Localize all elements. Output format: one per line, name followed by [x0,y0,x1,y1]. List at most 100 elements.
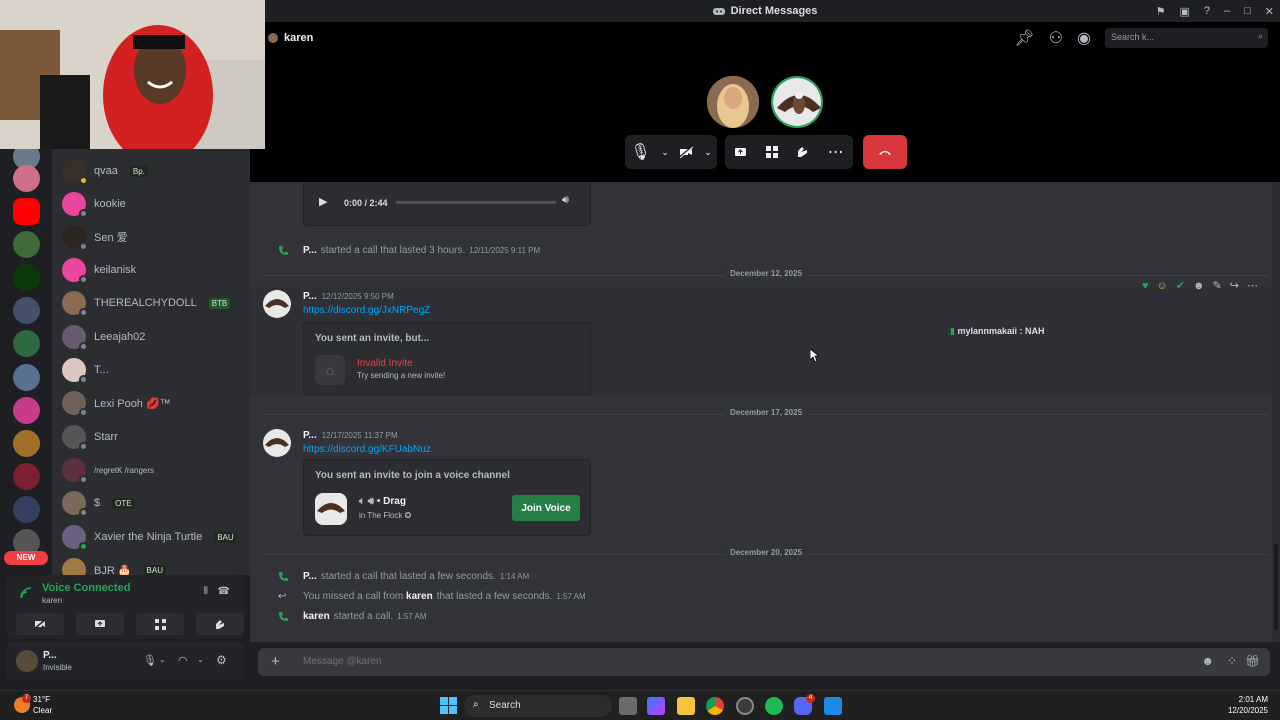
join-voice-button[interactable]: Join Voice [512,495,580,521]
voice-status[interactable]: Voice Connected [42,582,130,594]
play-icon[interactable]: ▶ [319,195,327,208]
gift-icon[interactable]: 🎁︎ [1245,654,1260,668]
more-options-icon[interactable]: ⋯ [828,142,844,162]
help-icon[interactable]: ? [1204,5,1210,17]
server-icon[interactable] [13,364,40,391]
weather-widget[interactable]: 31°F Clear [33,694,52,716]
screen-share-button[interactable] [76,613,124,635]
message-input[interactable]: Message @karen [303,656,382,667]
more-icon[interactable]: ⋯ [1247,279,1258,292]
gear-icon[interactable]: ⚙ [216,653,227,667]
chevron-down-icon[interactable]: ⌄ [197,655,204,664]
pin-icon[interactable]: 📌︎ [1014,28,1034,48]
chrome-icon[interactable] [706,697,724,715]
dm-item[interactable]: THEREALCHYDOLL BTB [62,288,246,318]
server-icon[interactable] [13,297,40,324]
participant-avatar-speaking[interactable] [771,76,823,128]
file-explorer-icon[interactable] [677,697,695,715]
taskbar-search[interactable]: ⌕ Search [464,695,612,717]
server-icon[interactable] [13,397,40,424]
avatar[interactable] [263,429,291,457]
dm-item[interactable]: Xavier the Ninja Turtle BAU [62,522,246,552]
maximize-button[interactable]: □ [1244,5,1251,17]
dm-item[interactable]: qvaa Bp. [62,156,246,186]
server-icon[interactable] [13,330,40,357]
add-reaction-icon[interactable]: ☻ [1193,280,1205,292]
activities-icon[interactable] [765,146,778,158]
spotify-icon[interactable] [765,697,783,715]
emoji-icon[interactable]: ☻ [1201,654,1214,668]
recipient-name[interactable]: karen [284,32,313,44]
screen-share-icon[interactable] [734,147,747,158]
minimize-button[interactable]: – [1224,5,1230,17]
volume-icon[interactable]: 🔊︎ [562,194,569,207]
chevron-down-icon[interactable]: ⌄ [704,147,712,158]
emoji-reaction[interactable]: ☺ [1157,280,1168,292]
dm-item[interactable]: kookie [62,189,246,219]
dm-item[interactable]: Sen 爱 [62,222,246,252]
avatar[interactable] [263,290,291,318]
microphone-icon[interactable]: 🎙︎ [630,142,650,162]
message-author[interactable]: P... [303,430,317,441]
voice-channel[interactable]: karen [42,596,62,605]
add-friends-icon[interactable]: ⚇ [1049,28,1063,48]
close-button[interactable]: ✕ [1265,5,1274,18]
app-icon[interactable] [736,697,754,715]
noise-suppression-icon[interactable]: ⦀ [204,586,208,597]
screen-icon[interactable]: ▣ [1179,5,1189,18]
green-heart-reaction[interactable]: ♥ [1142,280,1149,292]
server-icon[interactable] [13,430,40,457]
server-icon[interactable] [13,496,40,523]
chevron-down-icon[interactable]: ⌄ [159,655,166,664]
message-author[interactable]: P... [303,291,317,302]
scrollbar[interactable] [1272,182,1280,642]
plus-icon[interactable]: + [271,653,280,670]
message-composer[interactable]: + Message @karen ☻ ⁘ 🎁︎ [258,648,1270,676]
dm-item[interactable]: /regretK /rangers [62,455,246,485]
check-reaction[interactable]: ✔ [1176,279,1185,292]
dm-item[interactable]: Starr [62,422,246,452]
activities-button[interactable] [136,613,184,635]
user-profile-icon[interactable]: ◉ [1077,28,1091,48]
soundboard-button[interactable] [196,613,244,635]
end-call-button[interactable] [863,135,907,169]
scrollbar-thumb[interactable] [1274,544,1278,630]
dm-item[interactable]: T... [62,355,246,385]
forward-icon[interactable]: ↪ [1230,279,1239,292]
avatar [62,325,88,351]
dm-item[interactable]: Leeajah02 [62,322,246,352]
dm-item[interactable]: $ OTE [62,488,246,518]
user-avatar[interactable] [16,650,38,672]
dm-item[interactable]: BJR 🎂 BAU [62,555,246,575]
camera-off-icon[interactable] [679,146,694,158]
search-input[interactable]: Search k... ⌕ [1105,28,1268,48]
signal-icon[interactable] [20,587,32,599]
invite-link[interactable]: https://discord.gg/KFUabNuz [303,444,431,455]
audio-progress[interactable] [396,201,556,204]
youtube-server-icon[interactable] [13,198,40,225]
microphone-icon[interactable]: 🎙︎ [143,654,157,667]
headphones-icon[interactable]: ◠ [178,654,188,667]
dm-item[interactable]: keilanisk [62,255,246,285]
soundboard-icon[interactable] [796,146,809,158]
username[interactable]: P... [43,650,57,661]
system-clock[interactable]: 2:01 AM 12/20/2025 [1228,694,1268,716]
copilot-icon[interactable] [647,697,665,715]
task-view-icon[interactable] [619,697,637,715]
app-icon[interactable] [824,697,842,715]
edit-icon[interactable]: ✎ [1213,279,1222,292]
invite-link[interactable]: https://discord.gg/JxNRPegZ [303,305,430,316]
apps-icon[interactable]: ⁘ [1227,654,1237,668]
disconnect-icon[interactable]: ☎ [218,586,230,597]
server-icon[interactable] [13,165,40,192]
server-icon[interactable] [13,231,40,258]
start-button[interactable] [440,697,457,714]
chevron-down-icon[interactable]: ⌄ [661,147,669,158]
new-badge[interactable]: NEW [4,551,48,565]
inbox-flag-icon[interactable]: ⚑ [1156,5,1166,18]
server-icon[interactable] [13,463,40,490]
participant-avatar[interactable] [707,76,759,128]
dm-item[interactable]: Lexi Pooh 💋™ [62,388,246,418]
server-icon[interactable] [13,264,40,291]
camera-off-button[interactable] [16,613,64,635]
